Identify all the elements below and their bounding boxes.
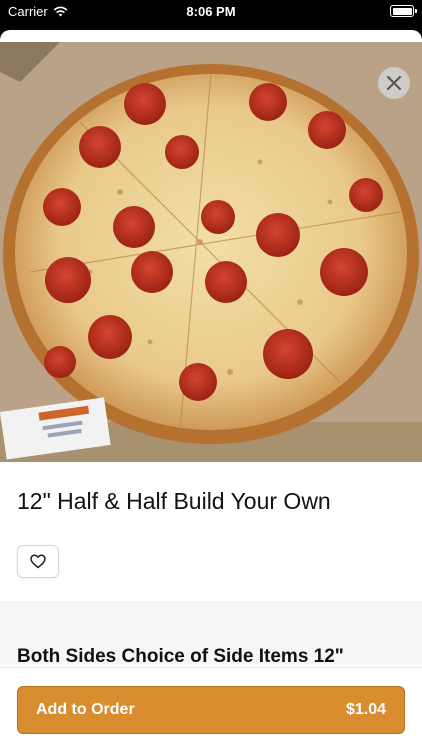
close-button[interactable] [378, 67, 410, 99]
pizza-image [0, 42, 422, 462]
add-to-order-label: Add to Order [36, 701, 135, 718]
section-title: Both Sides Choice of Side Items 12" [17, 646, 344, 667]
item-photo [0, 42, 422, 462]
battery-icon [390, 5, 417, 17]
bottom-action-bar: Add to Order $1.04 [0, 667, 422, 750]
clock: 8:06 PM [186, 4, 236, 19]
favorite-button[interactable] [17, 545, 59, 578]
status-bar: Carrier 8:06 PM [0, 0, 422, 22]
order-price: $1.04 [345, 701, 386, 718]
item-detail-sheet: 12" Half & Half Build Your Own Both Side… [0, 30, 422, 750]
close-icon [387, 76, 401, 90]
add-to-order-button[interactable]: Add to Order $1.04 [17, 686, 405, 734]
item-title: 12" Half & Half Build Your Own [17, 488, 331, 514]
heart-icon [30, 554, 46, 569]
